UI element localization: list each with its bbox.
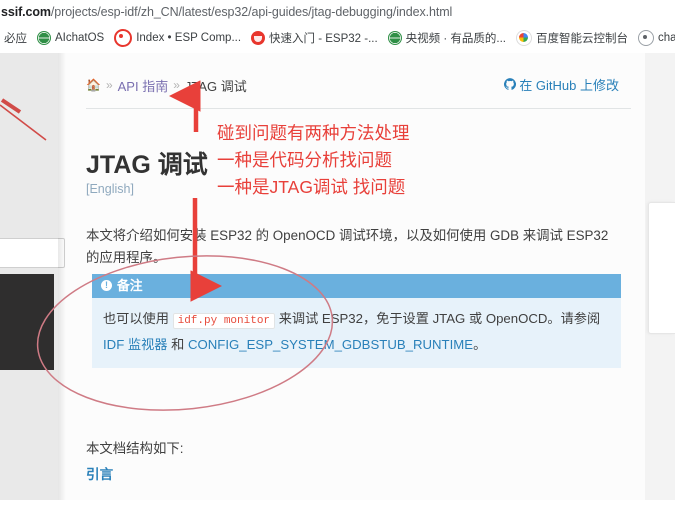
bookmark-yangshipin[interactable]: 央视频 · 有品质的... xyxy=(384,28,512,48)
breadcrumb-separator: » xyxy=(105,78,113,92)
bookmark-chatos[interactable]: chatos xyxy=(634,28,675,48)
bookmark-label: 百度智能云控制台 xyxy=(535,32,628,45)
bookmark-esp-component-index[interactable]: Index • ESP Comp... xyxy=(110,27,247,49)
url-path: /projects/esp-idf/zh_CN/latest/esp32/api… xyxy=(50,4,453,19)
sidebar-search-input[interactable] xyxy=(0,238,65,268)
info-icon: ! xyxy=(101,280,112,291)
page-viewport: 🏠 » API 指南 » JTAG 调试 在 GitHub 上修改 JTAG 调… xyxy=(0,52,675,500)
breadcrumb-divider xyxy=(86,108,631,109)
note-body: 也可以使用 idf.py monitor 来调试 ESP32，免于设置 JTAG… xyxy=(92,298,621,368)
home-icon[interactable]: 🏠 xyxy=(86,78,101,92)
bookmarks-bar[interactable]: 必应 AIchatOS Index • ESP Comp... 快速入门 - E… xyxy=(0,23,675,53)
browser-chrome: ssif.com/projects/esp-idf/zh_CN/latest/e… xyxy=(0,0,675,53)
bookmark-label: 快速入门 - ESP32 -... xyxy=(269,32,378,45)
bookmark-bing[interactable]: 必应 xyxy=(0,28,33,48)
note-admonition: ! 备注 也可以使用 idf.py monitor 来调试 ESP32，免于设置… xyxy=(92,274,621,368)
github-icon xyxy=(503,78,516,91)
note-text-4: 。 xyxy=(473,337,487,352)
intro-paragraph: 本文将介绍如何安装 ESP32 的 OpenOCD 调试环境，以及如何使用 GD… xyxy=(86,228,609,266)
sidebar-nav[interactable] xyxy=(0,52,65,500)
breadcrumb-separator: » xyxy=(173,78,180,92)
breadcrumb-item-jtag-debugging: JTAG 调试 xyxy=(184,78,247,94)
sidebar-shadow xyxy=(58,52,66,500)
sidebar-panel-block xyxy=(0,274,54,370)
english-language-link[interactable]: [English] xyxy=(86,182,134,196)
breadcrumb: 🏠 » API 指南 » JTAG 调试 xyxy=(86,76,247,95)
breadcrumb-item-api-guides[interactable]: API 指南 xyxy=(118,76,169,95)
breadcrumb-row: 🏠 » API 指南 » JTAG 调试 在 GitHub 上修改 xyxy=(86,73,631,97)
note-title-bar: ! 备注 xyxy=(92,274,621,298)
note-text-3: 和 xyxy=(167,337,188,352)
baidu-cloud-icon xyxy=(515,29,532,46)
right-rail xyxy=(644,52,675,500)
url-text: ssif.com/projects/esp-idf/zh_CN/latest/e… xyxy=(0,5,452,19)
globe-icon xyxy=(387,30,402,45)
bookmark-label: chatos xyxy=(657,31,675,44)
structure-intro-paragraph: 本文档结构如下: xyxy=(86,441,184,457)
bookmark-aichatos[interactable]: AIchatOS xyxy=(33,29,110,47)
bookmark-label: 必应 xyxy=(4,32,27,45)
bookmark-label: Index • ESP Comp... xyxy=(136,31,242,44)
right-rail-card[interactable] xyxy=(648,202,675,334)
main-content: 🏠 » API 指南 » JTAG 调试 在 GitHub 上修改 JTAG 调… xyxy=(66,52,645,500)
gdbstub-runtime-link[interactable]: CONFIG_ESP_SYSTEM_GDBSTUB_RUNTIME xyxy=(188,337,473,352)
inline-code-idfpy-monitor: idf.py monitor xyxy=(172,313,276,329)
wifi-icon xyxy=(251,30,266,45)
edit-on-github-label: 在 GitHub 上修改 xyxy=(519,78,619,93)
gear-icon xyxy=(637,29,654,46)
bookmark-baidu-cloud[interactable]: 百度智能云控制台 xyxy=(512,28,634,48)
section-link-introduction[interactable]: 引言 xyxy=(86,463,113,483)
note-text-2: 来调试 ESP32，免于设置 JTAG 或 OpenOCD。请参阅 xyxy=(275,311,601,326)
url-host: ssif.com xyxy=(1,4,51,19)
esp-component-icon xyxy=(114,28,133,47)
edit-on-github-link[interactable]: 在 GitHub 上修改 xyxy=(503,75,619,94)
idf-monitor-link[interactable]: IDF 监视器 xyxy=(103,337,167,352)
globe-icon xyxy=(37,30,51,45)
note-title-label: 备注 xyxy=(117,278,143,293)
bookmark-esp32-quickstart[interactable]: 快速入门 - ESP32 -... xyxy=(247,28,384,48)
note-text-1: 也可以使用 xyxy=(103,311,173,326)
url-bar[interactable]: ssif.com/projects/esp-idf/zh_CN/latest/e… xyxy=(0,0,675,23)
page-title: JTAG 调试 xyxy=(86,150,208,179)
bookmark-label: 央视频 · 有品质的... xyxy=(405,32,506,45)
bookmark-label: AIchatOS xyxy=(55,31,105,44)
